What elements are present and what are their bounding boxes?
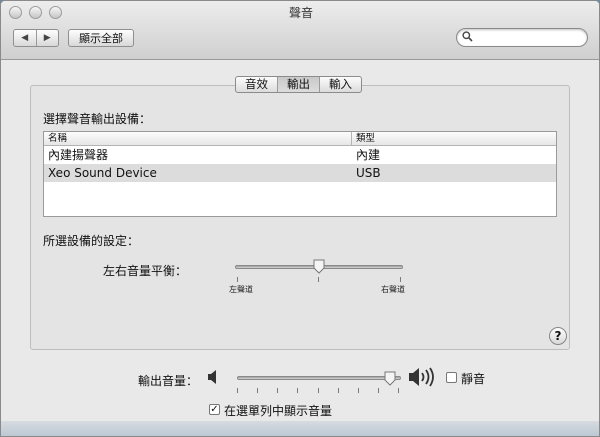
show-volume-in-menubar-checkbox[interactable]: ✓ xyxy=(209,404,220,415)
balance-tick xyxy=(400,277,401,282)
forward-button[interactable]: ▶ xyxy=(35,30,59,46)
device-name: 內建揚聲器 xyxy=(48,148,109,162)
volume-tick xyxy=(318,388,319,393)
volume-tick xyxy=(358,388,359,393)
output-volume-slider-knob[interactable] xyxy=(384,371,396,386)
device-name: Xeo Sound Device xyxy=(48,166,157,180)
balance-tick xyxy=(237,277,238,282)
speaker-high-icon xyxy=(409,367,434,387)
balance-right-channel-label: 右聲道 xyxy=(381,285,405,294)
output-panel: 選擇聲音輸出設備： 名稱 類型 內建揚聲器 內建 Xeo Sound Devic… xyxy=(30,85,570,350)
volume-tick xyxy=(237,388,238,393)
search-field[interactable] xyxy=(456,28,588,47)
output-volume-label: 輸出音量： xyxy=(138,374,199,388)
balance-slider-knob[interactable] xyxy=(313,259,325,274)
back-forward-buttons: ◀ ▶ xyxy=(13,29,59,47)
back-button[interactable]: ◀ xyxy=(14,30,36,46)
sound-preferences-window: 聲音 ◀ ▶ 顯示全部 音效 輸出 輸入 選擇聲音輸出設備： 名稱 類型 內建揚… xyxy=(0,0,600,437)
device-type: 內建 xyxy=(356,148,381,162)
tab-sound-effects[interactable]: 音效 xyxy=(236,77,277,92)
pane-tabs: 音效 輸出 輸入 xyxy=(235,76,362,93)
volume-tick xyxy=(338,388,339,393)
selected-device-settings-title: 所選設備的設定： xyxy=(43,234,140,248)
volume-tick xyxy=(378,388,379,393)
volume-tick xyxy=(257,388,258,393)
column-header-type[interactable]: 類型 xyxy=(352,132,556,145)
forward-arrow-icon: ▶ xyxy=(43,33,51,43)
output-device-section-title: 選擇聲音輸出設備： xyxy=(43,112,152,126)
window-title: 聲音 xyxy=(288,6,313,20)
table-header: 名稱 類型 xyxy=(44,132,556,146)
desktop-background xyxy=(1,421,599,436)
back-arrow-icon: ◀ xyxy=(21,33,29,43)
output-device-table: 名稱 類型 內建揚聲器 內建 Xeo Sound Device USB xyxy=(43,131,557,217)
tab-input[interactable]: 輸入 xyxy=(319,77,361,92)
mute-label: 靜音 xyxy=(461,372,486,386)
search-input[interactable] xyxy=(475,30,581,44)
balance-label: 左右音量平衡： xyxy=(103,264,188,278)
volume-tick xyxy=(297,388,298,393)
tab-output[interactable]: 輸出 xyxy=(277,77,319,92)
column-header-name[interactable]: 名稱 xyxy=(44,132,352,145)
volume-slider-track xyxy=(237,376,401,380)
volume-tick xyxy=(277,388,278,393)
balance-left-channel-label: 左聲道 xyxy=(229,285,253,294)
table-row-xeo-sound-device[interactable]: Xeo Sound Device USB xyxy=(44,164,556,182)
mute-checkbox[interactable] xyxy=(446,372,457,383)
show-volume-in-menubar-label: 在選單列中顯示音量 xyxy=(224,404,333,418)
output-volume-slider[interactable] xyxy=(237,370,401,396)
titlebar: 聲音 ◀ ▶ 顯示全部 xyxy=(1,1,599,60)
device-type: USB xyxy=(356,166,381,180)
magnifier-icon xyxy=(462,31,473,42)
show-all-button[interactable]: 顯示全部 xyxy=(68,29,134,47)
help-button[interactable]: ? xyxy=(549,327,567,345)
volume-tick xyxy=(398,388,399,393)
balance-slider[interactable] xyxy=(235,258,403,284)
balance-tick xyxy=(318,277,319,282)
speaker-low-icon xyxy=(208,370,216,384)
table-row-builtin-speakers[interactable]: 內建揚聲器 內建 xyxy=(44,146,556,164)
